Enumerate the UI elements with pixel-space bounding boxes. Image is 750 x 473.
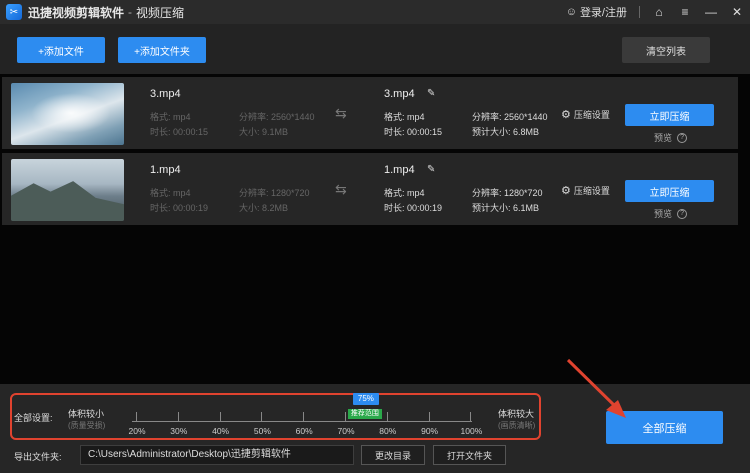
source-resolution: 分辨率: 2560*1440: [239, 112, 315, 122]
smaller-size-label: 体积较小: [68, 409, 105, 419]
global-settings-box: 全部设置: 体积较小 (质量受损) 75% 推荐范围 体积较大 (画质清晰) 2…: [10, 393, 541, 440]
target-filename: 3.mp4: [384, 88, 415, 100]
preview-label: 预览: [654, 209, 673, 219]
list-item: 3.mp4 格式: mp4 时长: 00:00:15 分辨率: 2560*144…: [2, 77, 738, 149]
slider-tick: [428, 412, 430, 422]
gear-icon: ⚙: [561, 109, 571, 121]
source-format: 格式: mp4: [150, 112, 191, 122]
title-bar: ✂ 迅捷视频剪辑软件 - 视频压缩 ☺ 登录/注册 ⌂ ≡ — ✕: [0, 0, 750, 24]
slider-tick-label: 60%: [295, 426, 313, 436]
compress-settings-button[interactable]: ⚙ 压缩设置: [561, 184, 610, 197]
add-folder-button[interactable]: +添加文件夹: [118, 37, 206, 63]
source-resolution: 分辨率: 1280*720: [239, 188, 310, 198]
source-filename: 1.mp4: [150, 164, 181, 176]
title-separator: -: [128, 5, 133, 19]
file-list: 3.mp4 格式: mp4 时长: 00:00:15 分辨率: 2560*144…: [0, 74, 750, 384]
preview-button[interactable]: 预览 ?: [654, 131, 688, 144]
help-icon[interactable]: ?: [677, 132, 688, 143]
compress-settings-label: 压缩设置: [573, 186, 610, 196]
slider-tick-label: 20%: [128, 426, 146, 436]
source-duration: 时长: 00:00:19: [150, 203, 209, 213]
source-size: 大小: 8.2MB: [239, 203, 289, 213]
convert-arrow-icon: ⇆: [335, 181, 347, 197]
slider-tick-label: 100%: [460, 426, 483, 436]
target-filename: 1.mp4: [384, 164, 415, 176]
help-icon[interactable]: ?: [677, 208, 688, 219]
preview-button[interactable]: 预览 ?: [654, 207, 688, 220]
compress-settings-label: 压缩设置: [573, 110, 610, 120]
target-est-size: 预计大小: 6.1MB: [472, 203, 540, 213]
source-format: 格式: mp4: [150, 188, 191, 198]
app-window: ✂ 迅捷视频剪辑软件 - 视频压缩 ☺ 登录/注册 ⌂ ≡ — ✕ +添加文件 …: [0, 0, 750, 473]
slider-tick-label: 50%: [253, 426, 271, 436]
toolbar: +添加文件 +添加文件夹 清空列表: [0, 24, 750, 74]
clear-quality-note: (画质清晰): [498, 421, 536, 430]
slider-tick: [219, 412, 221, 422]
recommended-range-badge: 推荐范围: [347, 409, 382, 419]
slider-tick: [345, 412, 346, 422]
target-format: 格式: mp4: [384, 112, 425, 122]
clear-list-button[interactable]: 清空列表: [622, 37, 710, 63]
add-file-button[interactable]: +添加文件: [17, 37, 105, 63]
minimize-icon[interactable]: —: [704, 5, 718, 19]
target-est-size: 预计大小: 6.8MB: [472, 127, 540, 137]
compress-now-button[interactable]: 立即压缩: [625, 180, 714, 202]
change-dir-button[interactable]: 更改目录: [361, 445, 425, 465]
slider-tick-label: 80%: [379, 426, 397, 436]
login-label: 登录/注册: [579, 7, 627, 19]
target-duration: 时长: 00:00:15: [384, 127, 443, 137]
app-title: 迅捷视频剪辑软件: [28, 5, 125, 20]
menu-icon[interactable]: ≡: [678, 5, 692, 19]
compress-all-button[interactable]: 全部压缩: [606, 411, 723, 444]
list-item: 1.mp4 格式: mp4 时长: 00:00:19 分辨率: 1280*720…: [2, 153, 738, 225]
user-icon: ☺: [565, 6, 577, 18]
slider-tick-label: 30%: [170, 426, 188, 436]
slider-track[interactable]: [132, 421, 472, 422]
source-duration: 时长: 00:00:15: [150, 127, 209, 137]
quality-loss-note: (质量受损): [68, 421, 106, 430]
close-icon[interactable]: ✕: [730, 5, 744, 19]
output-folder-label: 导出文件夹:: [14, 452, 62, 462]
slider-tick-label: 90%: [421, 426, 439, 436]
target-format: 格式: mp4: [384, 188, 425, 198]
target-resolution: 分辨率: 1280*720: [472, 188, 543, 198]
home-icon[interactable]: ⌂: [652, 5, 666, 19]
larger-size-label: 体积较大: [498, 409, 535, 419]
slider-tick: [386, 412, 388, 422]
slider-tick: [303, 412, 305, 422]
global-settings-label: 全部设置:: [14, 413, 53, 423]
slider-tick: [261, 412, 263, 422]
divider: [639, 6, 640, 18]
target-resolution: 分辨率: 2560*1440: [472, 112, 548, 122]
edit-name-icon[interactable]: ✎: [427, 88, 435, 99]
open-folder-button[interactable]: 打开文件夹: [433, 445, 506, 465]
video-thumbnail: [11, 83, 124, 145]
bottom-panel: 全部设置: 体积较小 (质量受损) 75% 推荐范围 体积较大 (画质清晰) 2…: [0, 384, 750, 473]
scissors-icon: ✂: [6, 4, 22, 20]
window-controls: ☺ 登录/注册 ⌂ ≡ — ✕: [566, 0, 744, 24]
page-title: 视频压缩: [136, 5, 185, 20]
output-path-field[interactable]: C:\Users\Administrator\Desktop\迅捷剪辑软件: [80, 445, 354, 465]
slider-tick-label: 70%: [337, 426, 355, 436]
source-size: 大小: 9.1MB: [239, 127, 289, 137]
gear-icon: ⚙: [561, 185, 571, 197]
compress-settings-button[interactable]: ⚙ 压缩设置: [561, 108, 610, 121]
preview-label: 预览: [654, 133, 673, 143]
slider-tick-label: 40%: [212, 426, 230, 436]
login-button[interactable]: ☺ 登录/注册: [566, 4, 627, 20]
compress-now-button[interactable]: 立即压缩: [625, 104, 714, 126]
edit-name-icon[interactable]: ✎: [427, 164, 435, 175]
slider-tick: [470, 412, 472, 422]
slider-value-badge: 75%: [352, 393, 379, 405]
slider-tick: [177, 412, 179, 422]
video-thumbnail: [11, 159, 124, 221]
target-duration: 时长: 00:00:19: [384, 203, 443, 213]
convert-arrow-icon: ⇆: [335, 105, 347, 121]
slider-tick: [136, 412, 137, 422]
source-filename: 3.mp4: [150, 88, 181, 100]
